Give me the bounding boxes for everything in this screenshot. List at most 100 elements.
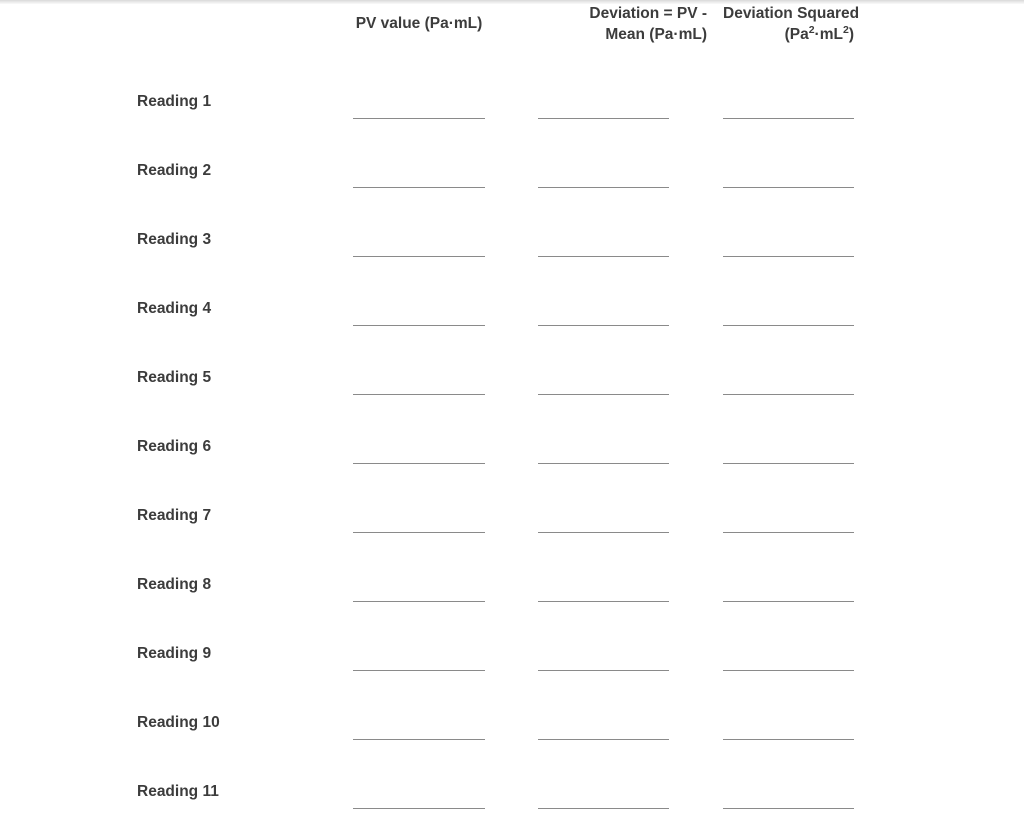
blank-field-pv-value[interactable] bbox=[353, 52, 538, 121]
table-row: Reading 7 bbox=[0, 466, 1024, 535]
fill-in-rule bbox=[723, 324, 854, 326]
fill-in-rule bbox=[353, 324, 485, 326]
table-row: Reading 4 bbox=[0, 259, 1024, 328]
fill-in-rule bbox=[538, 117, 669, 119]
row-label-reading: Reading 9 bbox=[137, 644, 212, 662]
blank-field-deviation[interactable] bbox=[538, 397, 723, 466]
fill-in-rule bbox=[353, 738, 485, 740]
fill-in-rule bbox=[353, 531, 485, 533]
table-row: Reading 8 bbox=[0, 535, 1024, 604]
column-header-deviation-line1: Deviation = PV - bbox=[589, 5, 707, 22]
blank-field-pv-value[interactable] bbox=[353, 535, 538, 604]
blank-field-deviation-squared[interactable] bbox=[723, 466, 1024, 535]
blank-field-deviation-squared[interactable] bbox=[723, 742, 1024, 811]
fill-in-rule bbox=[538, 255, 669, 257]
blank-field-deviation-squared[interactable] bbox=[723, 604, 1024, 673]
fill-in-rule bbox=[723, 255, 854, 257]
fill-in-rule bbox=[723, 186, 854, 188]
blank-field-deviation[interactable] bbox=[538, 328, 723, 397]
blank-field-deviation[interactable] bbox=[538, 190, 723, 259]
fill-in-rule bbox=[538, 669, 669, 671]
fill-in-rule bbox=[723, 600, 854, 602]
worksheet-sheet: PV value (Pa·mL) Deviation = PV - Mean (… bbox=[0, 0, 1024, 811]
column-header-deviation-line2: Mean (Pa·mL) bbox=[605, 25, 707, 43]
blank-field-deviation-squared[interactable] bbox=[723, 259, 1024, 328]
fill-in-rule bbox=[538, 324, 669, 326]
table-row: Reading 6 bbox=[0, 397, 1024, 466]
fill-in-rule bbox=[723, 462, 854, 464]
blank-field-deviation[interactable] bbox=[538, 52, 723, 121]
blank-field-deviation-squared[interactable] bbox=[723, 52, 1024, 121]
row-label-reading: Reading 3 bbox=[137, 230, 212, 248]
row-label-reading: Reading 1 bbox=[137, 92, 212, 110]
fill-in-rule bbox=[353, 117, 485, 119]
column-header-deviation-squared-line1: Deviation Squared bbox=[723, 5, 860, 22]
fill-in-rule bbox=[723, 117, 854, 119]
table-header-row: PV value (Pa·mL) Deviation = PV - Mean (… bbox=[0, 0, 1024, 52]
table-row: Reading 9 bbox=[0, 604, 1024, 673]
blank-field-deviation[interactable] bbox=[538, 466, 723, 535]
fill-in-rule bbox=[723, 531, 854, 533]
blank-field-deviation-squared[interactable] bbox=[723, 190, 1024, 259]
fill-in-rule bbox=[353, 393, 485, 395]
fill-in-rule bbox=[723, 669, 854, 671]
row-label-reading: Reading 6 bbox=[137, 437, 212, 455]
table-body: Reading 1 Reading 2 Reading 3 Reading 4 Read… bbox=[0, 52, 1024, 811]
blank-field-deviation[interactable] bbox=[538, 259, 723, 328]
table-row: Reading 1 bbox=[0, 52, 1024, 121]
column-header-pv-value-text: PV value (Pa·mL) bbox=[355, 15, 483, 33]
fill-in-rule bbox=[723, 393, 854, 395]
blank-field-deviation-squared[interactable] bbox=[723, 397, 1024, 466]
row-label-reading: Reading 7 bbox=[137, 506, 212, 524]
row-label-reading: Reading 10 bbox=[137, 713, 220, 731]
column-header-deviation: Deviation = PV - Mean (Pa·mL) bbox=[538, 0, 723, 52]
column-header-deviation-squared: Deviation Squared (Pa2·mL2) bbox=[723, 0, 1024, 52]
blank-field-deviation[interactable] bbox=[538, 742, 723, 811]
blank-field-pv-value[interactable] bbox=[353, 397, 538, 466]
blank-field-pv-value[interactable] bbox=[353, 121, 538, 190]
row-label-reading: Reading 4 bbox=[137, 299, 212, 317]
table-row: Reading 5 bbox=[0, 328, 1024, 397]
blank-field-deviation[interactable] bbox=[538, 604, 723, 673]
row-label-reading: Reading 2 bbox=[137, 161, 212, 179]
blank-field-deviation-squared[interactable] bbox=[723, 673, 1024, 742]
table-row: Reading 2 bbox=[0, 121, 1024, 190]
units-prefix: (Pa bbox=[784, 25, 809, 43]
fill-in-rule bbox=[723, 738, 854, 740]
fill-in-rule bbox=[538, 600, 669, 602]
blank-field-deviation[interactable] bbox=[538, 121, 723, 190]
blank-field-pv-value[interactable] bbox=[353, 466, 538, 535]
table-row: Reading 3 bbox=[0, 190, 1024, 259]
blank-field-deviation-squared[interactable] bbox=[723, 328, 1024, 397]
blank-field-deviation[interactable] bbox=[538, 535, 723, 604]
column-header-row-label bbox=[0, 0, 353, 52]
row-label-reading: Reading 5 bbox=[137, 368, 212, 386]
fill-in-rule bbox=[353, 807, 485, 809]
fill-in-rule bbox=[353, 600, 485, 602]
fill-in-rule bbox=[353, 186, 485, 188]
fill-in-rule bbox=[353, 255, 485, 257]
blank-field-deviation-squared[interactable] bbox=[723, 121, 1024, 190]
units-middle: ·mL bbox=[814, 25, 843, 43]
pv-data-worksheet-table: PV value (Pa·mL) Deviation = PV - Mean (… bbox=[0, 0, 1024, 811]
table-row: Reading 11 bbox=[0, 742, 1024, 811]
blank-field-pv-value[interactable] bbox=[353, 328, 538, 397]
blank-field-pv-value[interactable] bbox=[353, 673, 538, 742]
blank-field-pv-value[interactable] bbox=[353, 604, 538, 673]
blank-field-deviation-squared[interactable] bbox=[723, 535, 1024, 604]
fill-in-rule bbox=[538, 738, 669, 740]
column-header-pv-value: PV value (Pa·mL) bbox=[353, 0, 538, 52]
fill-in-rule bbox=[723, 807, 854, 809]
blank-field-pv-value[interactable] bbox=[353, 259, 538, 328]
table-row: Reading 10 bbox=[0, 673, 1024, 742]
blank-field-pv-value[interactable] bbox=[353, 190, 538, 259]
row-label-reading: Reading 11 bbox=[137, 782, 219, 800]
table-header: PV value (Pa·mL) Deviation = PV - Mean (… bbox=[0, 0, 1024, 52]
fill-in-rule bbox=[538, 462, 669, 464]
row-label-reading: Reading 8 bbox=[137, 575, 212, 593]
blank-field-pv-value[interactable] bbox=[353, 742, 538, 811]
fill-in-rule bbox=[353, 669, 485, 671]
fill-in-rule bbox=[353, 462, 485, 464]
column-header-deviation-squared-units: (Pa2·mL2) bbox=[784, 24, 854, 43]
blank-field-deviation[interactable] bbox=[538, 673, 723, 742]
